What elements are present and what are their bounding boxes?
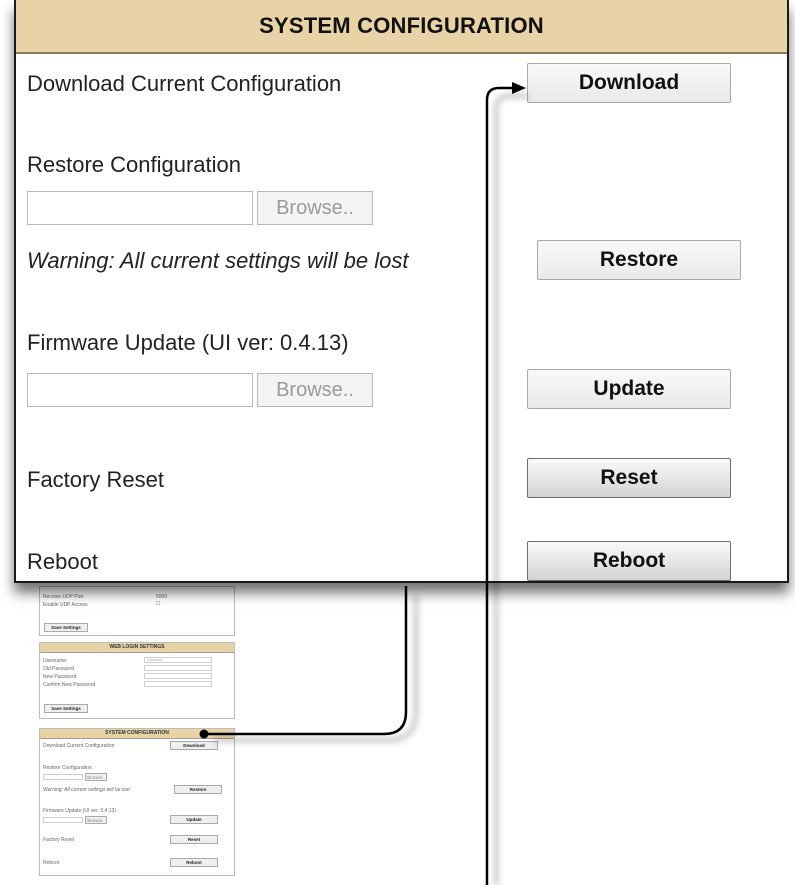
factory-reset-label: Factory Reset bbox=[27, 467, 164, 492]
thumb-old-password-input[interactable] bbox=[144, 665, 212, 671]
thumb-web-login-header: WEB LOGIN SETTINGS bbox=[40, 643, 234, 653]
thumb-system-config-header: SYSTEM CONFIGURATION bbox=[40, 729, 234, 739]
thumb-restore-button[interactable]: Restore bbox=[174, 785, 222, 794]
update-button[interactable]: Update bbox=[527, 369, 731, 409]
download-button[interactable]: Download bbox=[527, 63, 731, 103]
thumb-web-login-section: WEB LOGIN SETTINGS Username Old Password… bbox=[39, 642, 235, 719]
thumb-update-button[interactable]: Update bbox=[170, 815, 218, 824]
thumb-confirm-password-input[interactable] bbox=[144, 681, 212, 687]
system-configuration-zoom-panel: SYSTEM CONFIGURATION Download Current Co… bbox=[14, 0, 789, 583]
thumb-warning-text: Warning: All current settings will be lo… bbox=[43, 787, 130, 793]
reboot-button[interactable]: Reboot bbox=[527, 541, 731, 581]
thumb-restore-browse-button[interactable]: Browse.. bbox=[85, 773, 107, 781]
thumb-reset-button[interactable]: Reset bbox=[170, 835, 218, 844]
restore-file-input[interactable] bbox=[27, 191, 253, 225]
thumb-row-value: 5000 bbox=[156, 594, 168, 600]
thumb-download-button[interactable]: Download bbox=[170, 741, 218, 750]
thumb-reboot-button[interactable]: Reboot bbox=[170, 858, 218, 867]
page-thumbnail: Receive UDP Port 5000 Enable UDP Access … bbox=[33, 560, 243, 878]
thumb-restore-file-input[interactable] bbox=[43, 774, 83, 780]
thumb-field-label: Confirm New Password bbox=[43, 682, 96, 688]
thumb-reboot-label: Reboot bbox=[43, 860, 60, 866]
thumb-username-value: Operator bbox=[147, 657, 163, 662]
firmware-file-input[interactable] bbox=[27, 373, 253, 407]
thumb-username-input[interactable]: Operator bbox=[144, 657, 212, 663]
thumb-reset-label: Factory Reset bbox=[43, 837, 75, 843]
thumb-firmware-label: Firmware Update (UI ver: 0.4.13) bbox=[43, 808, 117, 814]
thumb-field-label: Username bbox=[43, 658, 67, 664]
firmware-update-label: Firmware Update (UI ver: 0.4.13) bbox=[27, 330, 349, 355]
thumb-firmware-file-input[interactable] bbox=[43, 817, 83, 823]
thumb-firmware-browse-button[interactable]: Browse.. bbox=[85, 816, 107, 824]
thumb-download-label: Download Current Configuration bbox=[43, 743, 115, 749]
restore-config-label: Restore Configuration bbox=[27, 152, 242, 177]
thumb-field-label: New Password bbox=[43, 674, 77, 680]
system-configuration-header: SYSTEM CONFIGURATION bbox=[16, 0, 787, 54]
connector-shadow bbox=[214, 596, 419, 743]
thumb-new-password-input[interactable] bbox=[144, 673, 212, 679]
restore-warning-text: Warning: All current settings will be lo… bbox=[27, 248, 409, 273]
thumb-login-save-button[interactable]: Save Settings bbox=[44, 704, 88, 713]
thumb-restore-label: Restore Configuration bbox=[43, 765, 92, 771]
thumb-system-config-section: SYSTEM CONFIGURATION Download Current Co… bbox=[39, 728, 235, 876]
thumb-save-settings-button[interactable]: Save Settings bbox=[44, 623, 88, 632]
thumb-row-value: ☐ bbox=[156, 601, 161, 607]
thumb-row-label: Enable UDP Access bbox=[43, 602, 88, 608]
reboot-label: Reboot bbox=[27, 549, 98, 574]
thumb-network-section: Receive UDP Port 5000 Enable UDP Access … bbox=[39, 586, 235, 636]
reset-button[interactable]: Reset bbox=[527, 458, 731, 498]
thumb-field-label: Old Password bbox=[43, 666, 75, 672]
firmware-browse-button[interactable]: Browse.. bbox=[257, 373, 373, 407]
restore-browse-button[interactable]: Browse.. bbox=[257, 191, 373, 225]
download-config-label: Download Current Configuration bbox=[27, 71, 342, 96]
thumb-row-label: Receive UDP Port bbox=[43, 594, 84, 600]
restore-button[interactable]: Restore bbox=[537, 240, 741, 280]
